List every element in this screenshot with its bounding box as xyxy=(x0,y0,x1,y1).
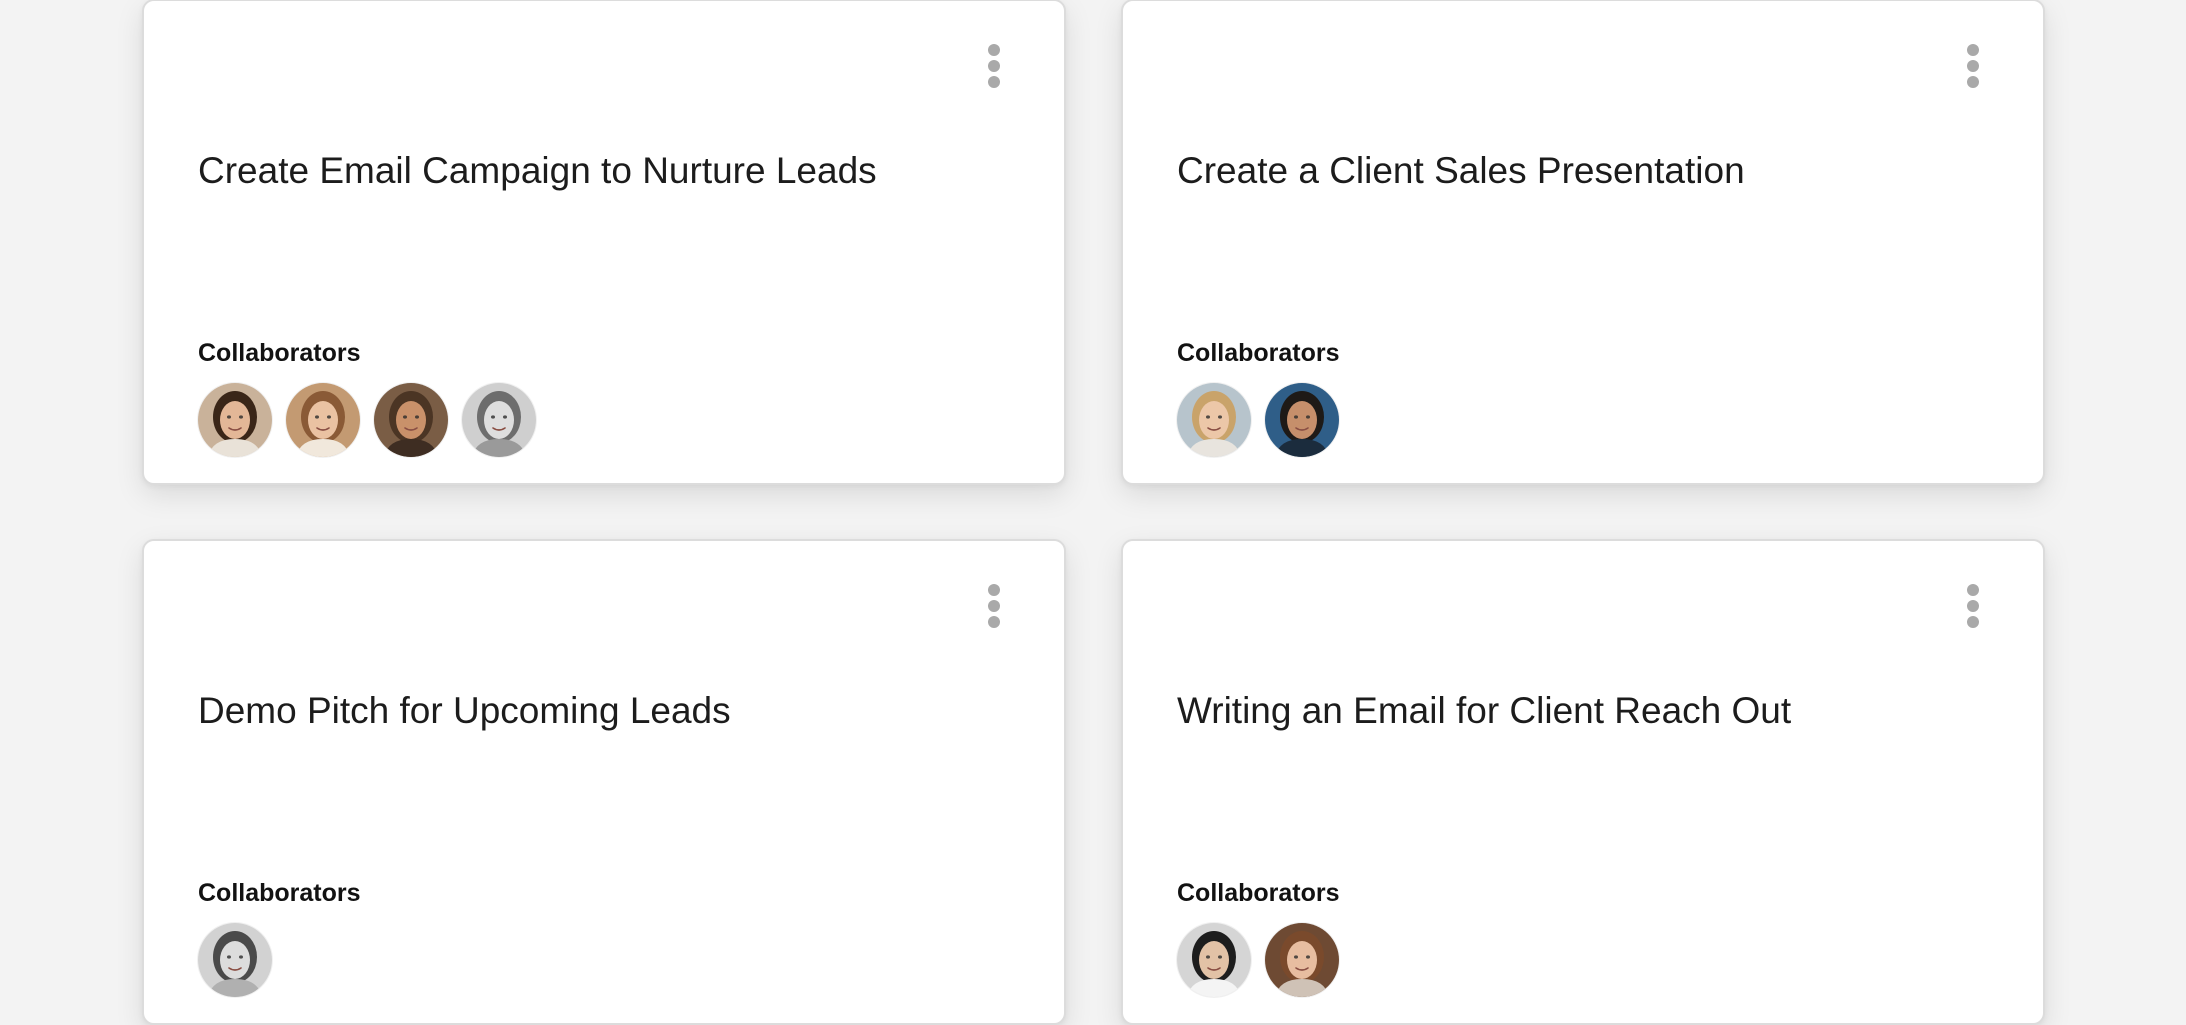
avatar[interactable] xyxy=(286,383,360,457)
collaborator-avatars xyxy=(1177,923,1339,997)
collaborator-avatars xyxy=(1177,383,1339,457)
collaborator-avatars xyxy=(198,923,272,997)
menu-dot xyxy=(1967,600,1979,612)
avatar[interactable] xyxy=(198,383,272,457)
project-card[interactable]: Writing an Email for Client Reach Out Col… xyxy=(1121,539,2045,1025)
menu-dot xyxy=(1967,60,1979,72)
menu-dot xyxy=(988,616,1000,628)
menu-dot xyxy=(1967,616,1979,628)
project-card[interactable]: Create a Client Sales Presentation Collab… xyxy=(1121,0,2045,485)
project-card[interactable]: Create Email Campaign to Nurture Leads Co… xyxy=(142,0,1066,485)
more-vertical-icon xyxy=(1967,44,1979,88)
menu-dot xyxy=(988,60,1000,72)
avatar[interactable] xyxy=(462,383,536,457)
collaborators-label: Collaborators xyxy=(1177,339,1340,367)
card-title[interactable]: Create Email Campaign to Nurture Leads xyxy=(198,147,944,195)
avatar[interactable] xyxy=(1265,383,1339,457)
avatar[interactable] xyxy=(1265,923,1339,997)
card-title[interactable]: Create a Client Sales Presentation xyxy=(1177,147,1923,195)
menu-dot xyxy=(988,44,1000,56)
project-card[interactable]: Demo Pitch for Upcoming Leads Collaborato… xyxy=(142,539,1066,1025)
card-title[interactable]: Writing an Email for Client Reach Out xyxy=(1177,687,1923,735)
menu-dot xyxy=(988,76,1000,88)
more-options-button[interactable] xyxy=(1953,39,1993,93)
avatar[interactable] xyxy=(1177,383,1251,457)
menu-dot xyxy=(988,584,1000,596)
more-options-button[interactable] xyxy=(974,579,1014,633)
menu-dot xyxy=(1967,584,1979,596)
avatar[interactable] xyxy=(374,383,448,457)
collaborators-label: Collaborators xyxy=(1177,879,1340,907)
more-vertical-icon xyxy=(988,44,1000,88)
menu-dot xyxy=(1967,44,1979,56)
menu-dot xyxy=(1967,76,1979,88)
avatar[interactable] xyxy=(198,923,272,997)
card-title[interactable]: Demo Pitch for Upcoming Leads xyxy=(198,687,944,735)
collaborator-avatars xyxy=(198,383,536,457)
collaborators-label: Collaborators xyxy=(198,879,361,907)
menu-dot xyxy=(988,600,1000,612)
more-vertical-icon xyxy=(988,584,1000,628)
more-options-button[interactable] xyxy=(1953,579,1993,633)
avatar[interactable] xyxy=(1177,923,1251,997)
project-card-grid: Create Email Campaign to Nurture Leads Co… xyxy=(142,0,2045,1025)
more-vertical-icon xyxy=(1967,584,1979,628)
more-options-button[interactable] xyxy=(974,39,1014,93)
collaborators-label: Collaborators xyxy=(198,339,361,367)
